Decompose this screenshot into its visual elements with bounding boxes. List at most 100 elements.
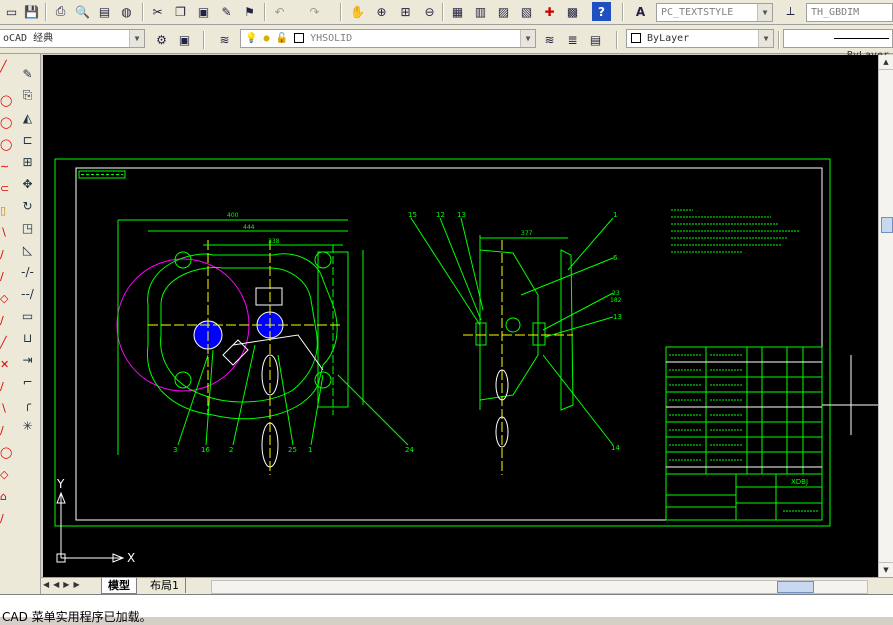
h-scroll-thumb[interactable]	[777, 581, 814, 593]
tab-model[interactable]: 模型	[101, 578, 137, 594]
move-icon[interactable]: ✥	[18, 174, 37, 193]
divide-icon[interactable]: ∕	[0, 512, 12, 528]
rectangle-icon[interactable]: ∕	[0, 424, 12, 440]
line-icon[interactable]: ╱	[0, 60, 12, 76]
dim-style-combo[interactable]: TH_GBDIM	[806, 3, 893, 22]
scroll-thumb[interactable]	[881, 217, 893, 233]
break-icon[interactable]: ⊔	[18, 328, 37, 347]
layer-combo[interactable]: 💡 ● 🔓 YHSOLID ▼	[240, 29, 536, 48]
gradient-icon[interactable]: ∕	[0, 270, 12, 286]
drawing-canvas[interactable]: 400 444 338 3 16 2 25 1 24 377 15 12 13 …	[43, 55, 878, 577]
scroll-up-icon[interactable]: ▲	[879, 55, 893, 70]
text-style-combo[interactable]: PC_TEXTSTYLE ▼	[656, 3, 773, 22]
break-point-icon[interactable]: ▭	[18, 306, 37, 325]
key-block	[255, 287, 283, 306]
layer-value: YHSOLID	[310, 33, 353, 44]
pan-realtime-icon[interactable]: ✋	[348, 2, 367, 21]
linetype-combo[interactable]: ByLayer	[783, 29, 893, 61]
publish-icon[interactable]: ▤	[95, 2, 114, 21]
zoom-realtime-icon[interactable]: ⊕	[372, 2, 391, 21]
workspace-combo[interactable]: oCAD 经典 ▼	[0, 29, 145, 48]
save-icon[interactable]: 💾	[22, 2, 41, 21]
layer-states-icon[interactable]: ▤	[586, 30, 605, 49]
match-properties-icon[interactable]: ✎	[217, 2, 236, 21]
lock-icon[interactable]: 🔓	[276, 33, 288, 44]
text-style-icon[interactable]: A	[631, 2, 650, 21]
layer-previous-icon[interactable]: ≣	[563, 30, 582, 49]
fillet-icon[interactable]: ╭	[18, 394, 37, 413]
balloon-1-side: 1	[613, 211, 617, 219]
new-icon[interactable]: ▭	[2, 2, 21, 21]
my-workspace-icon[interactable]: ▣	[175, 30, 194, 49]
mirror-icon[interactable]: ◭	[18, 108, 37, 127]
workspace-settings-icon[interactable]: ⚙	[152, 30, 171, 49]
copy-icon[interactable]: ❐	[171, 2, 190, 21]
array-icon[interactable]: ⊞	[18, 152, 37, 171]
table-icon[interactable]: ∕	[0, 314, 12, 330]
extend-icon[interactable]: --/	[18, 284, 37, 303]
erase-icon[interactable]: ✎	[18, 64, 37, 83]
spline-icon[interactable]: ∼	[0, 160, 12, 176]
trim-icon[interactable]: -/-	[18, 262, 37, 281]
horizontal-scrollbar[interactable]	[211, 580, 868, 594]
donut-icon[interactable]: ◯	[0, 446, 12, 462]
ellipse-icon[interactable]: ⊂	[0, 182, 12, 198]
join-icon[interactable]: ⇥	[18, 350, 37, 369]
sun-icon[interactable]: ●	[263, 33, 269, 44]
make-object-layer-current-icon[interactable]: ≋	[540, 30, 559, 49]
layer-properties-icon[interactable]: ≋	[215, 30, 234, 49]
chevron-down-icon[interactable]: ▼	[520, 30, 535, 47]
revcloud-icon[interactable]: ◯	[0, 138, 12, 154]
help-icon[interactable]: ?	[592, 2, 611, 21]
properties-icon[interactable]: ▦	[448, 2, 467, 21]
layers-toolbar: oCAD 经典 ▼ ⚙ ▣ ≋ 💡 ● 🔓 YHSOLID ▼ ≋ ≣ ▤ By…	[0, 25, 893, 61]
block-insert-icon[interactable]: ▯	[0, 204, 12, 220]
command-line[interactable]: CAD 菜单实用程序已加载。	[0, 594, 893, 624]
tab-navigation-arrows[interactable]: ◀◀▶▶	[43, 580, 84, 589]
undo-icon[interactable]: ↶	[270, 2, 289, 21]
copy-object-icon[interactable]: ⎘	[18, 86, 37, 105]
explode-icon[interactable]: ✳	[18, 416, 37, 435]
point-icon[interactable]: ∖	[0, 226, 12, 242]
plot-preview-icon[interactable]: 🔍	[73, 2, 92, 21]
circle-icon[interactable]: ◯	[0, 94, 12, 110]
paste-icon[interactable]: ▣	[194, 2, 213, 21]
markup-icon[interactable]: ✚	[540, 2, 559, 21]
pline-icon[interactable]: ∕	[0, 380, 12, 396]
rotate-icon[interactable]: ↻	[18, 196, 37, 215]
block-editor-icon[interactable]: ⚑	[240, 2, 259, 21]
stretch-icon[interactable]: ◺	[18, 240, 37, 259]
wipeout-icon[interactable]: ◇	[0, 468, 12, 484]
vertical-scrollbar[interactable]: ▲ ▼	[878, 55, 893, 577]
hatch-icon[interactable]: ∕	[0, 248, 12, 264]
quickcalc-icon[interactable]: ▩	[563, 2, 582, 21]
mtext-icon[interactable]: ╱	[0, 336, 12, 352]
zoom-previous-icon[interactable]: ⊖	[420, 2, 439, 21]
dimension-style-icon[interactable]: ⟂	[781, 2, 800, 21]
chevron-down-icon[interactable]: ▼	[129, 30, 144, 47]
redo-icon[interactable]: ↷	[305, 2, 324, 21]
tool-palettes-icon[interactable]: ▨	[494, 2, 513, 21]
arc-icon[interactable]: ◯	[0, 116, 12, 132]
lightbulb-icon[interactable]: 💡	[245, 33, 257, 44]
chevron-down-icon[interactable]: ▼	[758, 30, 773, 47]
etransmit-icon[interactable]: ◍	[117, 2, 136, 21]
xline-icon[interactable]: ✕	[0, 358, 12, 374]
chamfer-icon[interactable]: ⌐	[18, 372, 37, 391]
boundary-icon[interactable]: ⌂	[0, 490, 12, 506]
sheet-set-icon[interactable]: ▧	[517, 2, 536, 21]
dim-text-top-3: 338	[268, 238, 280, 245]
design-center-icon[interactable]: ▥	[471, 2, 490, 21]
cut-icon[interactable]: ✂	[148, 2, 167, 21]
scroll-down-icon[interactable]: ▼	[879, 562, 893, 577]
color-combo[interactable]: ByLayer ▼	[626, 29, 774, 48]
print-icon[interactable]: ⎙	[51, 2, 70, 21]
scale-icon[interactable]: ◳	[18, 218, 37, 237]
tab-layout1[interactable]: 布局1	[144, 578, 186, 593]
ucs-x-label: X	[127, 551, 135, 565]
polygon-icon[interactable]: ∖	[0, 402, 12, 418]
offset-icon[interactable]: ⊏	[18, 130, 37, 149]
chevron-down-icon[interactable]: ▼	[757, 4, 772, 21]
region-icon[interactable]: ◇	[0, 292, 12, 308]
zoom-window-icon[interactable]: ⊞	[396, 2, 415, 21]
